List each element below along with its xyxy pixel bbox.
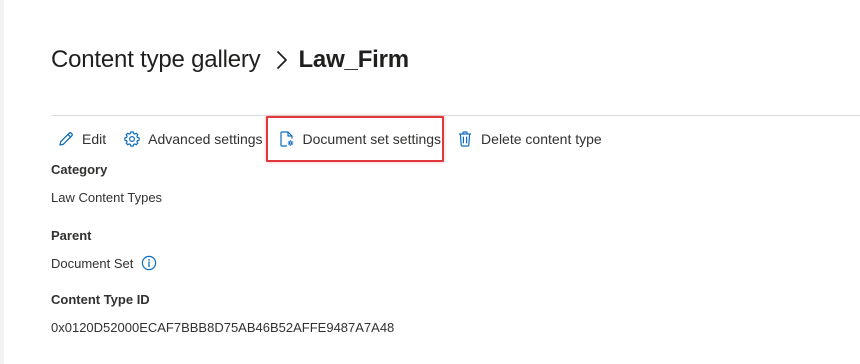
- header-divider: [51, 115, 860, 116]
- category-value: Law Content Types: [51, 190, 163, 205]
- content-type-id-label: Content Type ID: [51, 292, 150, 307]
- advanced-settings-button[interactable]: Advanced settings: [122, 126, 263, 152]
- content-type-id-section: Content Type ID: [51, 292, 150, 308]
- category-section: Category: [51, 162, 107, 178]
- breadcrumb-root-link[interactable]: Content type gallery: [51, 46, 261, 74]
- advanced-settings-label: Advanced settings: [148, 131, 263, 147]
- edit-label: Edit: [82, 131, 107, 147]
- document-set-settings-label: Document set settings: [302, 131, 442, 147]
- info-icon[interactable]: [141, 255, 157, 271]
- gear-icon: [122, 129, 142, 149]
- content-type-id-value-row: 0x0120D52000ECAF7BBB8D75AB46B52AFFE9487A…: [51, 320, 394, 336]
- document-settings-icon: [277, 129, 297, 149]
- content-type-page: Content type gallery Law_Firm Edit Advan…: [0, 0, 860, 364]
- left-rail: [0, 0, 4, 364]
- category-label: Category: [51, 162, 108, 177]
- edit-button[interactable]: Edit: [56, 126, 106, 152]
- content-type-id-value: 0x0120D52000ECAF7BBB8D75AB46B52AFFE9487A…: [51, 320, 395, 335]
- pencil-icon: [56, 129, 76, 149]
- chevron-right-icon: [268, 50, 296, 70]
- delete-content-type-label: Delete content type: [481, 131, 602, 147]
- document-set-settings-button[interactable]: Document set settings: [277, 126, 442, 152]
- parent-value-wrap: Document Set: [51, 255, 157, 272]
- parent-value-row: Document Set: [51, 255, 157, 272]
- parent-label: Parent: [51, 228, 92, 243]
- page-title: Law_Firm: [298, 46, 409, 73]
- breadcrumb: Content type gallery Law_Firm: [51, 42, 409, 78]
- parent-section: Parent: [51, 228, 91, 244]
- category-value-row: Law Content Types: [51, 190, 162, 206]
- trash-icon: [455, 129, 475, 149]
- delete-content-type-button[interactable]: Delete content type: [455, 126, 602, 152]
- parent-value: Document Set: [51, 256, 134, 271]
- command-bar: Edit Advanced settings Document set sett…: [51, 126, 602, 152]
